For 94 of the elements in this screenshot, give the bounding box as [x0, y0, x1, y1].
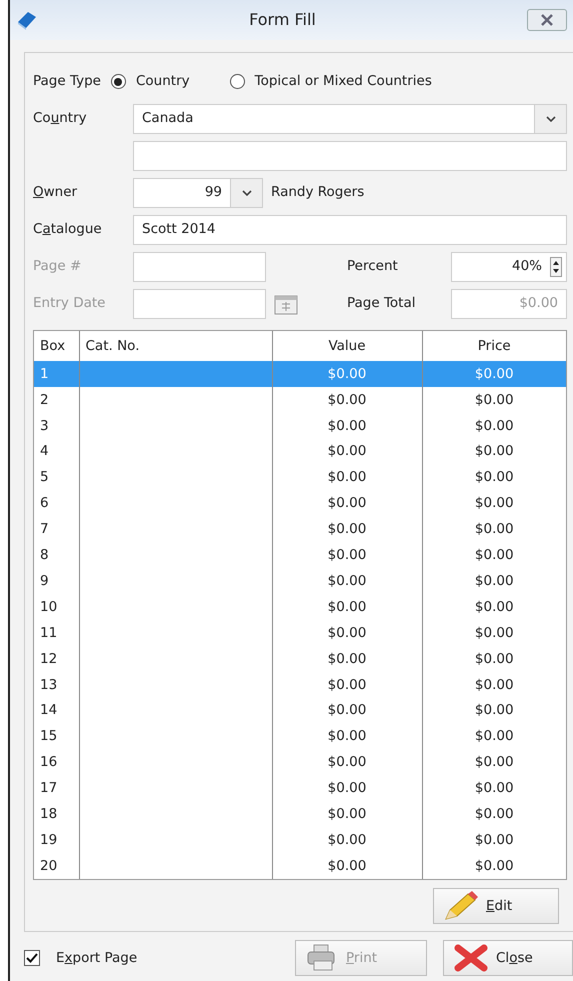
table-cell: $0.00 [422, 801, 566, 828]
table-cell: $0.00 [272, 594, 422, 620]
close-button[interactable] [527, 9, 567, 31]
table-cell: $0.00 [422, 749, 566, 776]
table-cell: $0.00 [272, 412, 422, 439]
table-cell: $0.00 [422, 542, 566, 568]
table-cell: $0.00 [422, 361, 566, 387]
field-label: Page # [33, 257, 82, 276]
spin-arrows-icon [550, 256, 562, 276]
table-cell: $0.00 [422, 516, 566, 542]
table-cell: $0.00 [272, 620, 422, 646]
table-cell: $0.00 [272, 827, 422, 853]
table-cell: 11 [34, 620, 79, 646]
field-label: Page Type [33, 72, 101, 92]
input-field[interactable] [133, 252, 266, 282]
table-cell: $0.00 [272, 723, 422, 750]
table-cell: $0.00 [422, 672, 566, 698]
field-label: Percent [347, 257, 399, 276]
table-cell: $0.00 [272, 775, 422, 802]
table-cell: $0.00 [272, 386, 422, 413]
table-cell: $0.00 [272, 672, 422, 698]
table-cell: 10 [34, 594, 79, 620]
checkbox[interactable] [24, 950, 40, 966]
table-cell: $0.00 [422, 698, 566, 724]
table-cell: $0.00 [422, 464, 566, 490]
window-title: Form Fill [248, 9, 317, 31]
x-icon [454, 944, 488, 972]
table-cell: $0.00 [422, 827, 566, 853]
field-label: Catalogue [33, 220, 103, 240]
country-dropdown[interactable]: Canada [133, 104, 567, 134]
table-cell: 5 [34, 464, 79, 490]
owner-name: Randy Rogers [271, 183, 364, 202]
table-cell: 9 [34, 568, 79, 594]
table-cell: $0.00 [272, 490, 422, 516]
table-cell: $0.00 [272, 852, 422, 879]
table-cell: 2 [34, 386, 79, 413]
table-cell: $0.00 [422, 723, 566, 750]
table-cell: $0.00 [272, 749, 422, 776]
table-cell: 12 [34, 646, 79, 672]
table-cell: 14 [34, 698, 79, 724]
table-cell: $0.00 [422, 775, 566, 802]
table-cell: $0.00 [422, 646, 566, 672]
chevron-icon [242, 190, 252, 196]
percent-spinner[interactable]: 40% [451, 252, 567, 282]
calendar-icon[interactable] [274, 292, 298, 314]
field-label: Country [33, 109, 88, 128]
radio-option[interactable]: Topical or Mixed Countries [230, 71, 432, 92]
table-cell: $0.00 [272, 568, 422, 594]
field-label: Page Total [347, 294, 417, 314]
input-field: $0.00 [451, 288, 567, 318]
table-cell: 7 [34, 516, 79, 542]
input-field[interactable]: Scott 2014 [133, 214, 567, 244]
table-cell: 8 [34, 542, 79, 568]
table-cell: 13 [34, 672, 79, 698]
table-cell: $0.00 [422, 386, 566, 413]
field-label: Owner [33, 183, 78, 202]
table-cell: $0.00 [272, 542, 422, 568]
pencil-icon [444, 890, 478, 921]
input-field[interactable] [133, 140, 567, 170]
field-label: Entry Date [33, 294, 106, 314]
table-cell: 19 [34, 827, 79, 853]
table-cell: 15 [34, 723, 79, 750]
table-cell: $0.00 [272, 361, 422, 387]
table-cell: 1 [34, 361, 79, 387]
checkbox-label[interactable]: Export Page [56, 948, 138, 968]
table-cell: 6 [34, 490, 79, 516]
owner-dropdown[interactable]: 99 [133, 178, 263, 208]
table-cell: 4 [34, 438, 79, 465]
table-cell: $0.00 [272, 698, 422, 724]
table-cell: $0.00 [422, 568, 566, 594]
table-cell: 18 [34, 801, 79, 828]
table-cell: 20 [34, 852, 79, 879]
table-cell: 3 [34, 412, 79, 439]
table-cell: $0.00 [422, 412, 566, 439]
close-icon [540, 14, 554, 26]
book-icon [16, 10, 38, 30]
table-cell: $0.00 [422, 438, 566, 465]
close-button[interactable]: Close [443, 940, 573, 976]
input-field[interactable] [133, 288, 266, 318]
column-header[interactable]: Box [34, 331, 79, 361]
table-cell: 16 [34, 749, 79, 776]
edit-button[interactable]: Edit [433, 888, 559, 924]
table-cell: $0.00 [272, 646, 422, 672]
table-cell: $0.00 [422, 620, 566, 646]
table-cell: $0.00 [272, 516, 422, 542]
table-cell: $0.00 [422, 852, 566, 879]
table-cell: $0.00 [422, 490, 566, 516]
table-cell: $0.00 [272, 801, 422, 828]
radio-option[interactable]: Country [110, 71, 190, 92]
table-cell: $0.00 [422, 594, 566, 620]
table-cell: 17 [34, 775, 79, 802]
table-cell: $0.00 [272, 464, 422, 490]
chevron-icon [546, 116, 556, 122]
table-cell: $0.00 [272, 438, 422, 465]
